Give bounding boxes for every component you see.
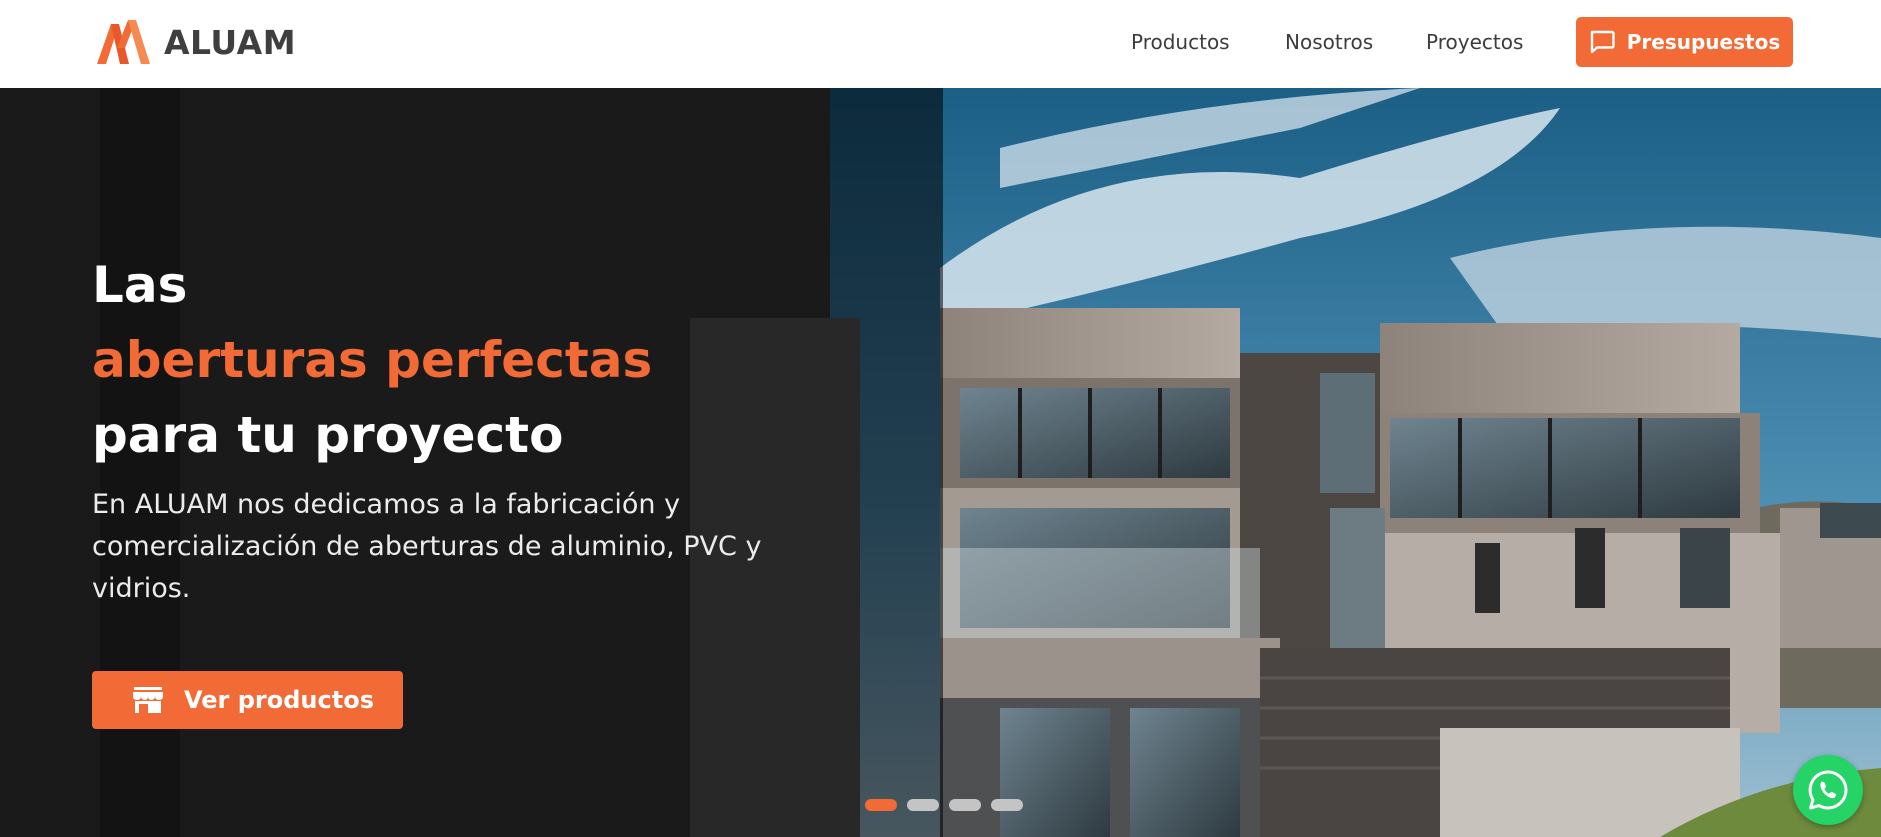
- carousel-dot-3[interactable]: [949, 799, 981, 811]
- carousel-indicators: [865, 799, 1023, 811]
- ver-productos-label: Ver productos: [184, 686, 374, 714]
- hero-title: Las aberturas perfectas para tu proyecto: [92, 248, 652, 473]
- hero-description: En ALUAM nos dedicamos a la fabricación …: [92, 489, 762, 604]
- store-icon: [133, 687, 163, 713]
- chat-bubble-icon: [1590, 30, 1615, 54]
- ver-productos-button[interactable]: Ver productos: [92, 671, 403, 729]
- carousel-dot-4[interactable]: [991, 799, 1023, 811]
- logo-link[interactable]: ALUAM: [97, 20, 296, 64]
- hero-title-line3: para tu proyecto: [92, 406, 564, 464]
- hero-title-line1: Las: [92, 256, 188, 314]
- hero-section: Las aberturas perfectas para tu proyecto…: [0, 88, 1881, 837]
- nav-link-productos[interactable]: Productos: [1131, 30, 1230, 54]
- carousel-dot-1[interactable]: [865, 799, 897, 811]
- site-header: ALUAM Productos Nosotros Proyectos Presu…: [0, 0, 1881, 88]
- presupuestos-button[interactable]: Presupuestos: [1576, 17, 1793, 67]
- carousel-dot-2[interactable]: [907, 799, 939, 811]
- nav-link-proyectos[interactable]: Proyectos: [1426, 30, 1523, 54]
- nav-link-nosotros[interactable]: Nosotros: [1285, 30, 1373, 54]
- whatsapp-button[interactable]: [1793, 755, 1863, 825]
- whatsapp-icon: [1808, 770, 1848, 810]
- brand-name: ALUAM: [164, 22, 297, 62]
- presupuestos-label: Presupuestos: [1626, 30, 1781, 54]
- hero-title-highlight: aberturas perfectas: [92, 331, 653, 389]
- aluam-logo-mark-icon: [97, 20, 150, 64]
